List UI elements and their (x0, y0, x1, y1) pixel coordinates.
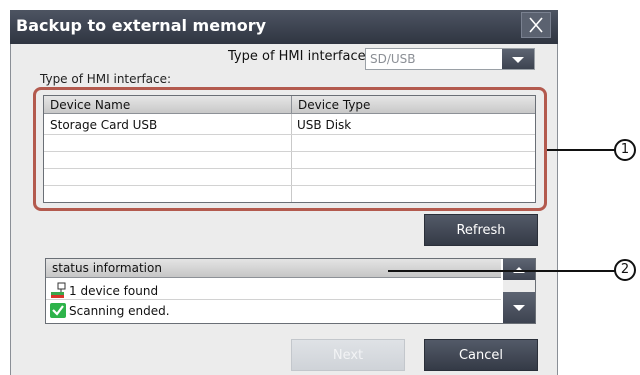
status-header: status information (46, 259, 501, 278)
interface-type-value: SD/USB (370, 52, 416, 66)
close-icon (529, 17, 543, 33)
device-table-highlight (33, 87, 547, 211)
interface-type-label: Type of HMI interface: (228, 49, 370, 64)
checkmark-icon (50, 303, 66, 318)
dialog-title: Backup to external memory (16, 16, 267, 35)
status-message: Scanning ended. (46, 301, 501, 320)
scroll-down-button[interactable] (503, 292, 535, 323)
status-message: 1 device found (46, 281, 501, 300)
status-message-text: Scanning ended. (69, 304, 170, 318)
interface-dropdown-button[interactable] (502, 49, 534, 69)
device-group-label: Type of HMI interface: (40, 72, 172, 86)
callout-line (547, 149, 615, 151)
close-button[interactable] (521, 12, 551, 38)
chevron-down-icon (512, 57, 524, 63)
scrollbar-track[interactable] (503, 280, 535, 292)
callout-marker: 2 (614, 259, 636, 281)
refresh-button[interactable]: Refresh (424, 214, 538, 246)
callout-marker: 1 (614, 139, 636, 161)
next-button[interactable]: Next (291, 339, 405, 371)
callout-line (388, 270, 615, 272)
chevron-down-icon (513, 305, 525, 311)
cancel-button[interactable]: Cancel (424, 339, 538, 371)
status-message-text: 1 device found (69, 284, 159, 298)
network-device-icon (51, 282, 66, 298)
